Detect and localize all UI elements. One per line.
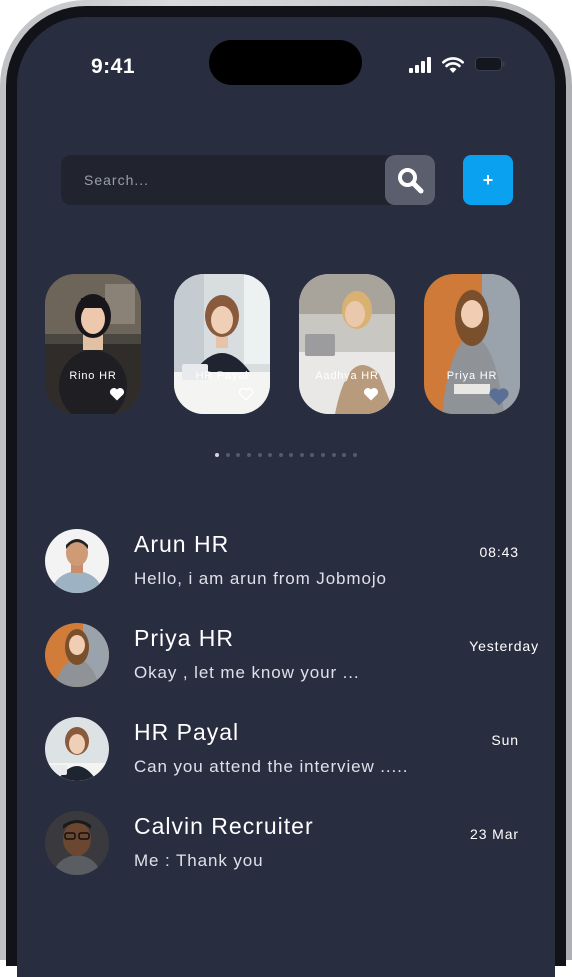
pagination-dot[interactable] <box>215 453 220 457</box>
avatar <box>45 811 109 875</box>
chat-message: Me : Thank you <box>134 851 264 870</box>
pagination-dot[interactable] <box>342 453 347 457</box>
app-screen: 9:41 Search... + Rino HR HR Payal Aadhya… <box>17 17 555 977</box>
heart-icon[interactable] <box>109 387 125 401</box>
chat-message: Okay , let me know your ... <box>134 663 360 682</box>
pagination-dot[interactable] <box>278 453 283 457</box>
heart-icon[interactable] <box>363 387 379 401</box>
chat-time: 08:43 <box>479 544 519 560</box>
pagination-dot[interactable] <box>268 453 273 457</box>
chat-time: Sun <box>491 732 519 748</box>
story-name: Priya HR <box>446 370 498 382</box>
avatar <box>45 717 109 781</box>
pagination-dot[interactable] <box>257 453 262 457</box>
avatar <box>45 529 109 593</box>
chat-item[interactable]: Calvin Recruiter Me : Thank you 23 Mar <box>17 811 555 881</box>
signal-icon <box>409 57 431 73</box>
pagination-dot[interactable] <box>310 453 315 457</box>
story-name: Aadhya HR <box>315 370 379 382</box>
story-pagination <box>17 453 555 457</box>
chat-item[interactable]: Priya HR Okay , let me know your ... Yes… <box>17 623 555 693</box>
pagination-dot[interactable] <box>289 453 294 457</box>
pagination-dot[interactable] <box>299 453 304 457</box>
chat-item[interactable]: HR Payal Can you attend the interview ..… <box>17 717 555 787</box>
pagination-dot[interactable] <box>225 453 230 457</box>
chat-message: Hello, i am arun from Jobmojo <box>134 569 387 588</box>
chat-message: Can you attend the interview ..... <box>134 757 409 776</box>
chat-name: Priya HR <box>134 625 235 651</box>
chat-name: Arun HR <box>134 531 230 557</box>
pagination-dot[interactable] <box>352 453 357 457</box>
battery-icon <box>475 57 505 71</box>
search-input[interactable]: Search... <box>61 155 435 205</box>
pagination-dot[interactable] <box>246 453 251 457</box>
add-button[interactable]: + <box>463 155 513 205</box>
chat-name: Calvin Recruiter <box>134 813 314 839</box>
status-time: 9:41 <box>91 55 136 78</box>
chat-time: 23 Mar <box>470 826 519 842</box>
story-card[interactable]: Aadhya HR <box>299 274 395 414</box>
chat-name: HR Payal <box>134 719 240 745</box>
story-card[interactable]: Rino HR <box>45 274 141 414</box>
story-photo <box>45 274 141 414</box>
story-photo <box>174 274 270 414</box>
chat-time: Yesterday <box>469 638 539 654</box>
story-name: Rino HR <box>69 370 117 382</box>
pagination-dot[interactable] <box>331 453 336 457</box>
pagination-dot[interactable] <box>321 453 326 457</box>
search-button[interactable] <box>385 155 435 205</box>
heart-icon[interactable] <box>488 387 510 406</box>
search-icon <box>398 168 424 194</box>
heart-outline-icon[interactable] <box>238 387 254 401</box>
story-card[interactable]: HR Payal <box>174 274 270 414</box>
pagination-dot[interactable] <box>236 453 241 457</box>
avatar <box>45 623 109 687</box>
story-name: HR Payal <box>195 370 249 382</box>
chat-item[interactable]: Arun HR Hello, i am arun from Jobmojo 08… <box>17 529 555 599</box>
story-photo <box>299 274 395 414</box>
dynamic-island <box>209 40 362 85</box>
story-card[interactable]: Priya HR <box>424 274 520 414</box>
wifi-icon <box>442 57 464 73</box>
